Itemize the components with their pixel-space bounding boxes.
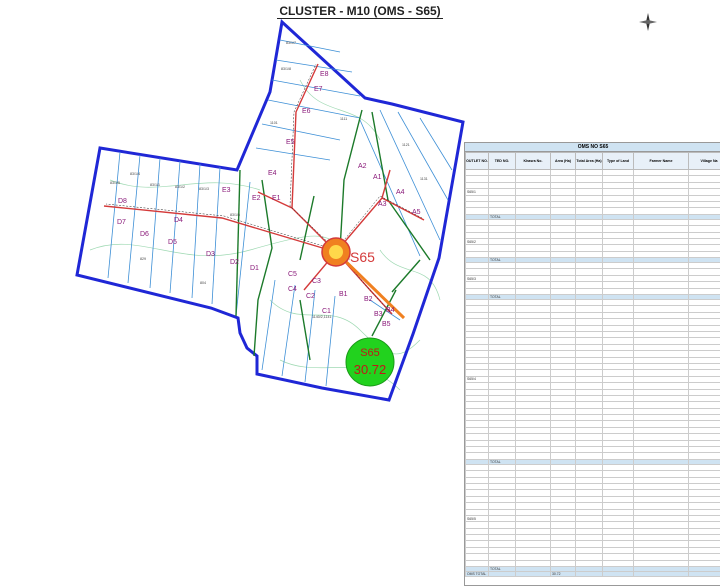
- table-header-cell: Total Area (Ha): [576, 153, 603, 170]
- land-records-table: OMS NO S65 OUTLET NO.TED NO.Khasra No.Ar…: [464, 142, 720, 586]
- feeder-point-label: E7: [314, 86, 323, 93]
- feeder-point-label: D6: [140, 231, 149, 238]
- table-header-cell: Type of Land: [603, 153, 634, 170]
- feeder-point-label: A5: [412, 209, 421, 216]
- land-table: OUTLET NO.TED NO.Khasra No.Area (Ha)Tota…: [465, 152, 720, 577]
- plot-number-label: 804: [200, 281, 206, 285]
- feeder-point-label: C4: [288, 286, 297, 293]
- capacity-badge-value: 30.72: [354, 362, 387, 377]
- plot-number-label: 1121: [402, 143, 410, 147]
- feeder-point-label: D2: [230, 259, 239, 266]
- table-header-cell: Khasra No.: [516, 153, 551, 170]
- feeder-point-label: D1: [250, 265, 259, 272]
- plot-number-label: 83/1/8: [281, 67, 291, 71]
- table-header-cell: TED NO.: [489, 153, 516, 170]
- sector-boundaries: [236, 110, 430, 360]
- feeder-point-label: B1: [339, 291, 348, 298]
- feeder-point-label: E1: [272, 195, 281, 202]
- feeder-point-label: A2: [358, 163, 367, 170]
- feeder-point-label: D3: [206, 251, 215, 258]
- plot-number-label: 83/1/1: [150, 183, 160, 187]
- table-header-cell: Area (Ha): [551, 153, 576, 170]
- table-header-cell: OUTLET NO.: [466, 153, 489, 170]
- feeder-point-label: C2: [306, 293, 315, 300]
- feeder-point-label: B2: [364, 296, 373, 303]
- table-header-cell: Village Na: [689, 153, 720, 170]
- plot-number-label: 829: [140, 257, 146, 261]
- capacity-badge: S65 30.72: [346, 338, 394, 386]
- feeder-point-label: C5: [288, 271, 297, 278]
- plot-number-label: 83/1/5: [110, 181, 120, 185]
- feeder-point-label: C1: [322, 308, 331, 315]
- feeder-point-label: E8: [320, 71, 329, 78]
- feeder-point-label: A3: [378, 201, 387, 208]
- plot-number-label: 83/1/4: [130, 172, 140, 176]
- feeder-point-label: D4: [174, 217, 183, 224]
- substation-marker[interactable]: [322, 238, 350, 266]
- table-grand-total-row: OMS TOTAL30.72: [466, 572, 720, 577]
- feeder-point-label: E6: [302, 108, 311, 115]
- feeder-point-label: B3: [374, 311, 383, 318]
- plot-number-label: 83/1/2: [175, 185, 185, 189]
- plot-boundaries: [108, 40, 452, 386]
- feeder-point-label: A4: [396, 189, 405, 196]
- compass-icon: [638, 12, 658, 32]
- feeder-point-label: D8: [118, 198, 127, 205]
- table-header-cell: Farmer Name: [634, 153, 689, 170]
- feeder-point-label: C3: [312, 278, 321, 285]
- feeder-point-label: E4: [268, 170, 277, 177]
- substation-label: S65: [350, 249, 375, 265]
- plot-number-label: 1111: [340, 117, 347, 121]
- plot-number-label: 83/1/3: [199, 187, 209, 191]
- plot-number-label: 1101: [270, 121, 278, 125]
- feeder-point-label: E3: [222, 187, 231, 194]
- feeder-point-label: D7: [117, 219, 126, 226]
- plot-number-label: 1140/2,1141: [312, 315, 331, 319]
- feeder-point-label: E5: [286, 139, 295, 146]
- capacity-badge-label: S65: [360, 347, 380, 359]
- feeder-point-label: A1: [373, 174, 382, 181]
- feeder-point-label: B4: [386, 307, 395, 314]
- table-caption: OMS NO S65: [465, 143, 720, 152]
- feeder-point-label: E2: [252, 195, 261, 202]
- plot-number-label: 1131: [420, 177, 428, 181]
- plot-number-label: 83/1/6: [230, 213, 240, 217]
- plot-number-label: 83/1/7: [286, 41, 296, 45]
- feeder-point-label: D5: [168, 239, 177, 246]
- feeder-point-label: B5: [382, 321, 391, 328]
